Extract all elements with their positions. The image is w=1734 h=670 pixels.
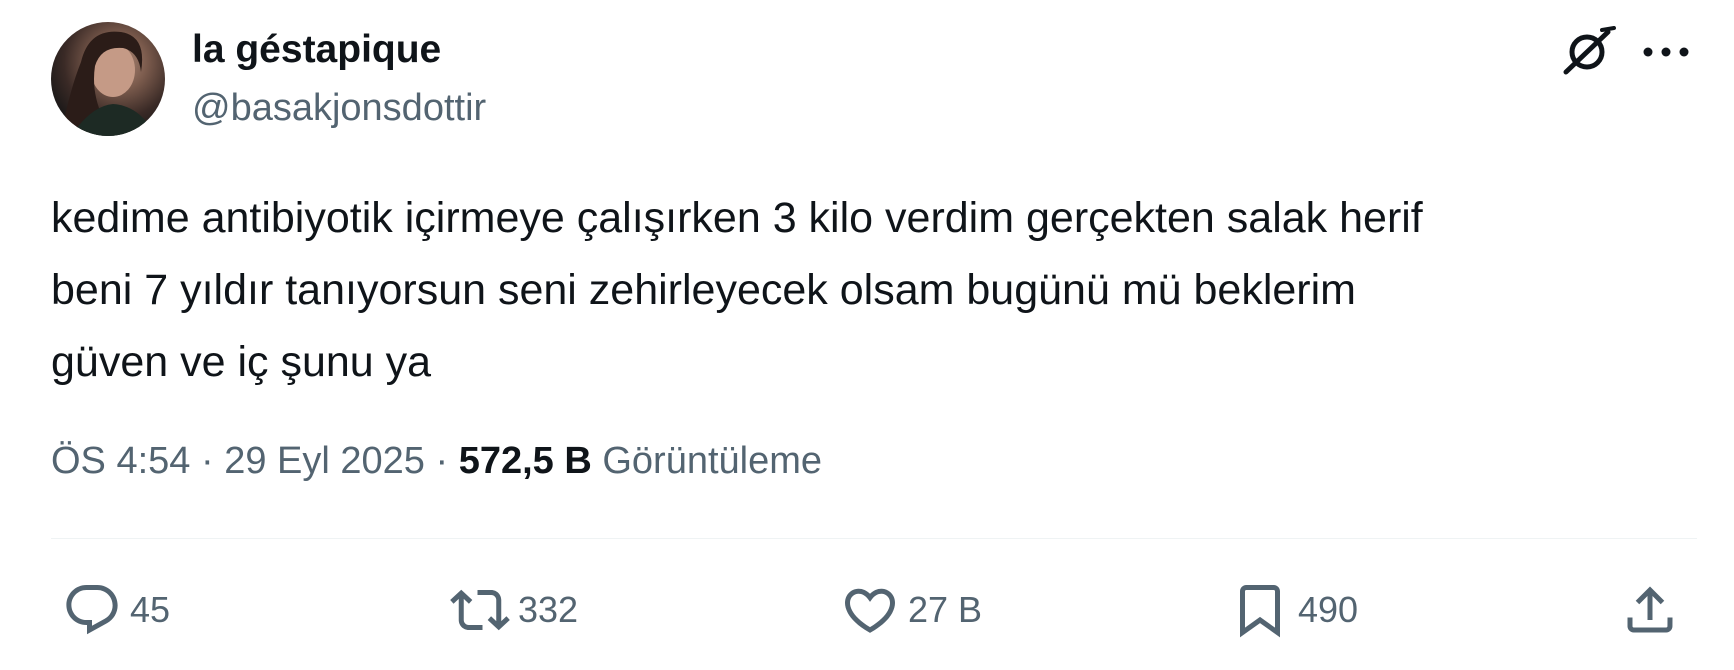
- tweet-text: kedime antibiyotik içirmeye çalışırken 3…: [51, 194, 1423, 386]
- avatar-photo-icon: [61, 31, 155, 136]
- more-icon[interactable]: [1638, 32, 1694, 72]
- meta-separator: ·: [435, 440, 449, 482]
- heart-icon: [844, 588, 896, 633]
- retweet-count: 332: [518, 589, 579, 630]
- user-handle[interactable]: @basakjonsdottir: [192, 86, 486, 130]
- share-button[interactable]: [1620, 578, 1680, 642]
- share-icon: [1627, 586, 1673, 633]
- like-count: 27 B: [908, 589, 983, 630]
- bookmark-count: 490: [1298, 589, 1359, 630]
- display-name[interactable]: la géstapique: [192, 28, 441, 72]
- divider: [51, 538, 1697, 539]
- reply-button[interactable]: 45: [62, 578, 170, 642]
- tweet-meta: ÖS 4:54 · 29 Eyl 2025 · 572,5 B Görüntül…: [51, 436, 822, 486]
- tweet-time[interactable]: ÖS 4:54: [51, 440, 190, 482]
- views-count: 572,5 B: [458, 440, 592, 482]
- reply-icon: [66, 585, 118, 635]
- grok-icon[interactable]: [1562, 26, 1616, 76]
- bookmark-icon: [1240, 585, 1280, 638]
- meta-separator: ·: [200, 440, 214, 482]
- bookmark-button[interactable]: 490: [1230, 578, 1358, 642]
- retweet-button[interactable]: 332: [450, 578, 578, 642]
- like-button[interactable]: 27 B: [840, 578, 982, 642]
- avatar[interactable]: [51, 22, 165, 136]
- tweet-card: la géstapique @basakjonsdottir kedime an…: [0, 0, 1734, 670]
- reply-count: 45: [130, 589, 171, 630]
- retweet-icon: [450, 589, 510, 631]
- views-label: Görüntüleme: [602, 440, 823, 482]
- tweet-date[interactable]: 29 Eyl 2025: [224, 440, 425, 482]
